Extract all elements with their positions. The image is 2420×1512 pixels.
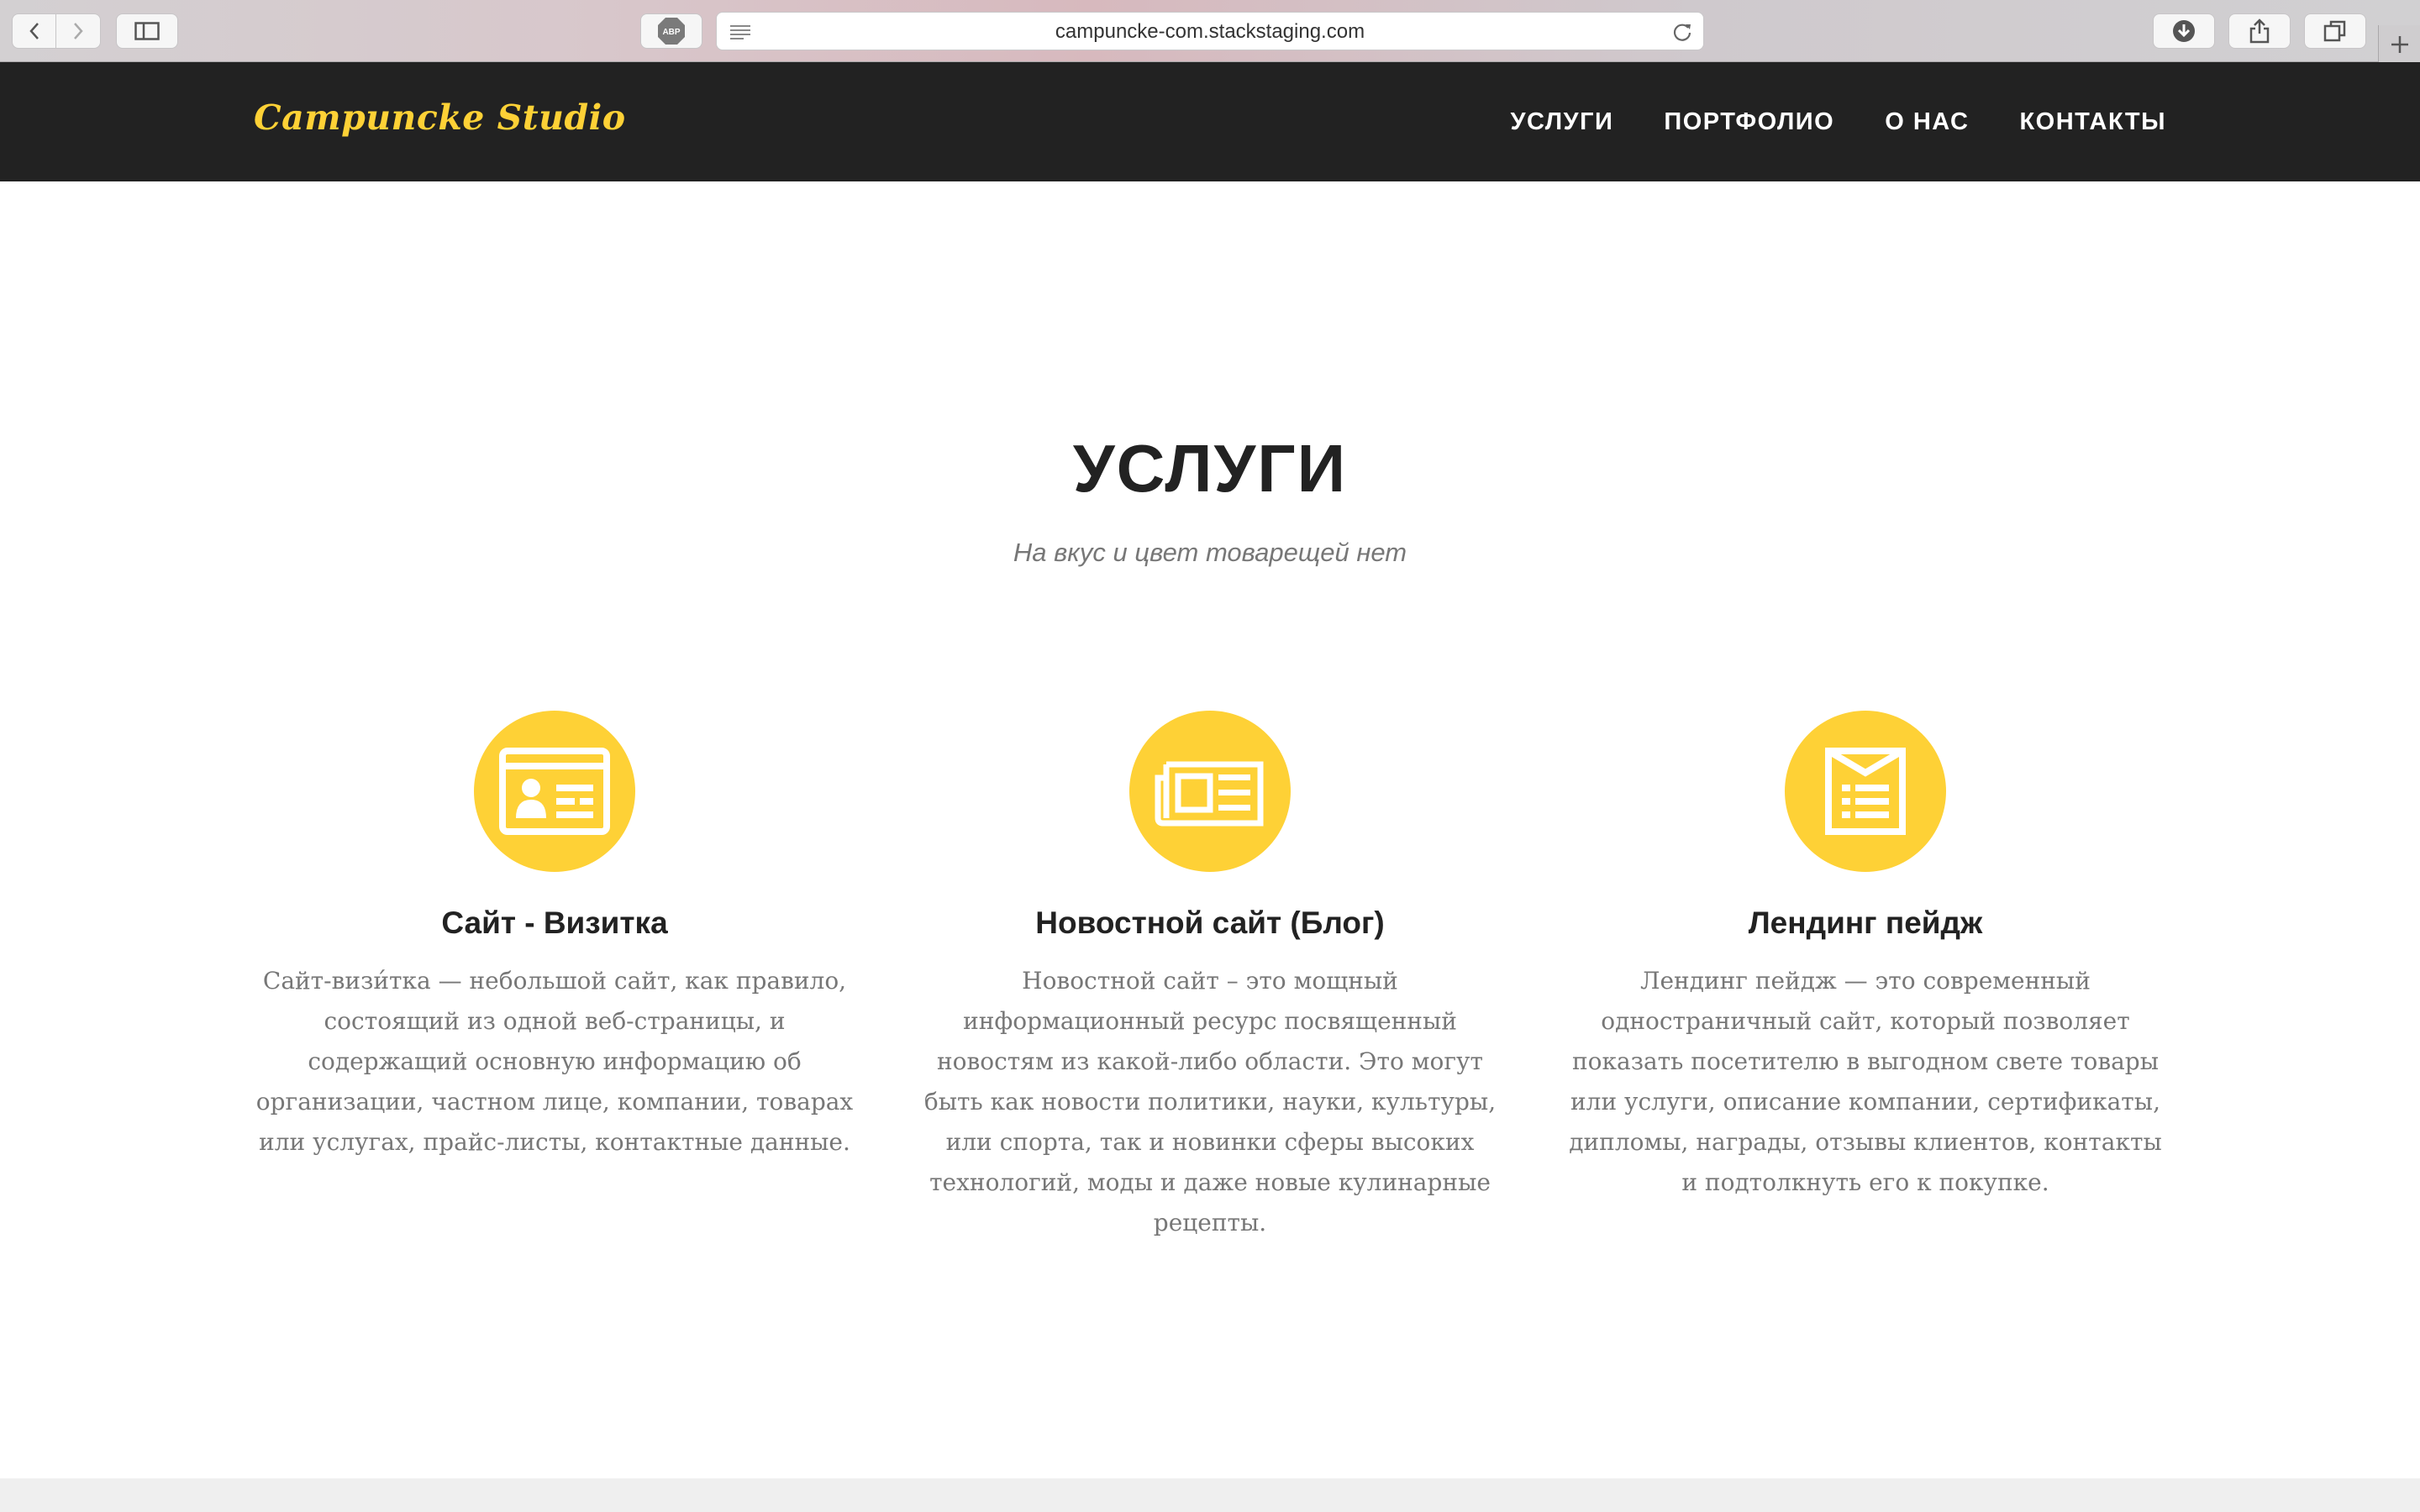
sidebar-button[interactable]: [116, 13, 178, 49]
newspaper-icon: [1155, 761, 1264, 827]
menu-item-services[interactable]: УСЛУГИ: [1510, 108, 1613, 136]
download-icon: [2173, 20, 2195, 42]
section-subheading: На вкус и цвет товарещей нет: [1013, 538, 1407, 567]
main-menu: УСЛУГИ ПОРТФОЛИО О НАС КОНТАКТЫ: [1460, 62, 2166, 181]
share-icon: [2249, 18, 2270, 44]
history-nav: [12, 13, 101, 49]
service-description: Новостной сайт – это мощный информационн…: [923, 967, 1497, 1236]
service-title: Новостной сайт (Блог): [1035, 906, 1385, 940]
service-title: Сайт - Визитка: [441, 906, 668, 940]
tabs-icon: [2323, 20, 2346, 42]
downloads-button[interactable]: [2153, 13, 2215, 49]
service-description: Сайт-визи́тка — небольшой сайт, как прав…: [255, 967, 854, 1156]
url-text[interactable]: campuncke-com.stackstaging.com: [717, 13, 1703, 51]
forward-button[interactable]: [56, 13, 101, 49]
back-button[interactable]: [12, 13, 56, 49]
service-icon-circle: [1129, 711, 1291, 872]
browser-toolbar: ABP campuncke-com.stackstaging.com: [0, 0, 2420, 64]
service-card: Новостной сайт (Блог) Новостной сайт – э…: [908, 711, 1512, 1243]
menu-item-about[interactable]: О НАС: [1885, 108, 1969, 136]
adblock-button[interactable]: ABP: [640, 13, 702, 49]
service-icon-circle: [474, 711, 635, 872]
new-tab-button[interactable]: [2378, 25, 2420, 64]
service-card: Сайт - Визитка Сайт-визи́тка — небольшой…: [252, 711, 857, 1163]
adblock-icon: ABP: [658, 18, 685, 45]
address-bar[interactable]: campuncke-com.stackstaging.com: [716, 12, 1704, 50]
menu-item-contacts[interactable]: КОНТАКТЫ: [2019, 108, 2166, 136]
reload-icon[interactable]: [1671, 21, 1693, 43]
adblock-label: ABP: [662, 28, 680, 37]
service-title: Лендинг пейдж: [1748, 906, 1983, 940]
share-button[interactable]: [2228, 13, 2291, 49]
tabs-overview-button[interactable]: [2304, 13, 2366, 49]
list-document-icon: [1825, 748, 1906, 835]
plus-icon: [2391, 36, 2408, 53]
section-heading: УСЛУГИ: [1072, 431, 1348, 506]
service-icon-circle: [1785, 711, 1946, 872]
sidebar-icon: [134, 22, 160, 40]
service-card: Лендинг пейдж Лендинг пейдж — это соврем…: [1563, 711, 2168, 1203]
site-navbar: Campuncke Studio УСЛУГИ ПОРТФОЛИО О НАС …: [0, 62, 2420, 181]
site-logo[interactable]: Campuncke Studio: [254, 97, 626, 138]
next-section-edge: [0, 1478, 2420, 1512]
id-card-icon: [499, 748, 610, 835]
chevron-right-icon: [74, 23, 83, 39]
menu-item-portfolio[interactable]: ПОРТФОЛИО: [1664, 108, 1834, 136]
service-description: Лендинг пейдж — это современный одностра…: [1569, 967, 2162, 1196]
chevron-left-icon: [29, 23, 39, 39]
